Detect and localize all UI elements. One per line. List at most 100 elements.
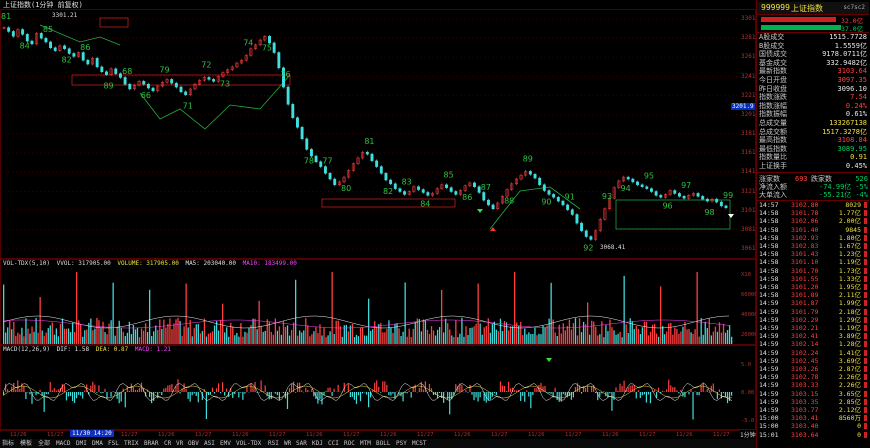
indicator-tab[interactable]: MACD xyxy=(56,439,70,448)
indicator-tab[interactable]: MTM xyxy=(360,439,371,448)
tick-time: 14:58 xyxy=(759,225,779,234)
macd-chart[interactable] xyxy=(0,354,740,430)
tick-price: 3101.78 xyxy=(791,209,819,218)
volume-bar xyxy=(503,321,506,344)
volume-bar xyxy=(264,330,266,344)
macd-histogram-bar xyxy=(82,392,84,399)
wave-count-label: 83 xyxy=(402,177,412,186)
volume-bar xyxy=(580,332,583,344)
candle-body xyxy=(86,59,90,65)
volume-bar xyxy=(698,336,700,344)
volume-bar xyxy=(102,321,104,344)
indicator-tab[interactable]: EMV xyxy=(220,439,231,448)
volume-bar xyxy=(19,334,21,344)
tick-flag xyxy=(864,341,867,348)
volume-bar xyxy=(609,319,611,344)
macd-histogram-bar xyxy=(390,392,392,396)
volume-bar xyxy=(716,331,719,344)
tick-row: 14:58 3102.06 2.00亿 xyxy=(759,217,867,225)
indicator-tab[interactable]: ASI xyxy=(204,439,215,448)
indicator-tab[interactable]: KDJ xyxy=(312,439,323,448)
candle-body xyxy=(11,31,15,37)
volume-bar xyxy=(619,331,621,344)
indicator-tab[interactable]: VOL-TDX xyxy=(236,439,261,448)
volume-bar xyxy=(288,335,291,344)
macd-histogram-bar xyxy=(587,385,589,392)
volume-bar xyxy=(720,332,723,344)
breadth-row: 涨家数 693 跌家数 526 xyxy=(759,175,868,183)
indicator-tab[interactable]: CCI xyxy=(328,439,339,448)
volume-bar xyxy=(473,326,475,344)
volume-bar xyxy=(317,333,319,344)
candle-body xyxy=(393,183,397,189)
candle-body xyxy=(21,29,25,35)
indicator-tab[interactable]: RSI xyxy=(268,439,279,448)
tick-list[interactable]: 14:57 3102.80 8029 14:58 3101.78 1.77亿 14:58 31… xyxy=(757,201,869,447)
indicator-tab[interactable]: BOLL xyxy=(376,439,390,448)
indicator-tab[interactable]: 模板 xyxy=(20,439,32,448)
macd-histogram-bar xyxy=(102,392,104,394)
macd-histogram-bar xyxy=(246,386,248,392)
indicator-tab[interactable]: MCST xyxy=(412,439,426,448)
indicator-tab[interactable]: ROC xyxy=(344,439,355,448)
macd-histogram-bar xyxy=(25,392,27,400)
tick-volume: 2.26亿 xyxy=(838,381,861,390)
indicator-tab[interactable]: FSL xyxy=(108,439,119,448)
period-label[interactable]: 1分钟 xyxy=(740,430,756,439)
indicator-tab[interactable]: BRAR xyxy=(144,439,158,448)
stat-value: 7.54 xyxy=(850,93,867,102)
price-axis-tick: 3101 xyxy=(741,206,756,214)
stat-row: 国债成交 9178.0711亿 xyxy=(759,50,867,58)
indicator-tab[interactable]: 指标 xyxy=(2,439,14,448)
macd-histogram-bar xyxy=(179,392,181,394)
volume-bar xyxy=(9,320,11,344)
tick-volume: 1.99亿 xyxy=(838,299,861,308)
stat-row: 指数涨跌 7.54 xyxy=(759,93,867,101)
volume-value: VOLUME: 317905.00 xyxy=(117,260,179,267)
indicator-tab[interactable]: TRIX xyxy=(124,439,138,448)
volume-bar xyxy=(388,320,390,344)
indicator-tab[interactable]: SAR xyxy=(296,439,307,448)
volume-bar xyxy=(627,333,629,344)
indicator-tab[interactable]: DMA xyxy=(92,439,103,448)
volume-chart[interactable] xyxy=(0,268,740,344)
indicator-tab[interactable]: PSY xyxy=(396,439,407,448)
indicator-tab[interactable]: OBV xyxy=(188,439,199,448)
macd-histogram-bar xyxy=(382,381,384,392)
tick-time: 14:58 xyxy=(759,274,779,283)
tick-price: 3102.21 xyxy=(791,324,819,332)
volume-bar xyxy=(522,335,524,344)
candle-body xyxy=(365,151,369,155)
macd-indicator-name: MACD(12,26,9) xyxy=(3,346,50,353)
macd-histogram-bar xyxy=(100,392,102,394)
volume-bar xyxy=(728,325,731,344)
indicator-tab[interactable]: VR xyxy=(176,439,183,448)
volume-bar xyxy=(536,335,538,344)
volume-bar xyxy=(394,323,396,344)
macd-histogram-bar xyxy=(69,392,72,397)
macd-histogram-bar xyxy=(327,387,329,392)
volume-bar xyxy=(116,326,118,344)
volume-bar xyxy=(195,324,197,344)
wave-count-label: 94 xyxy=(621,184,631,193)
tick-time: 14:58 xyxy=(759,258,779,267)
price-axis-tick: 3301 xyxy=(741,15,756,22)
indicator-tab[interactable]: WR xyxy=(284,439,291,448)
volume-bar xyxy=(617,333,619,344)
volume-bar xyxy=(645,321,648,344)
volume-bar xyxy=(286,325,289,344)
stat-value: 3097.35 xyxy=(837,76,867,84)
stat-value: 1517.3278亿 xyxy=(822,127,867,136)
stat-label: 指数涨幅 xyxy=(759,101,787,110)
indicator-tab[interactable]: 全部 xyxy=(38,439,50,448)
candle-body xyxy=(575,214,579,224)
price-chart[interactable]: 81 84 85 82 86 89 68 66 79 71 72 73 74 75 76 78 77 80 81 82… xyxy=(0,9,740,259)
indicator-tab[interactable]: CR xyxy=(164,439,171,448)
macd-histogram-bar xyxy=(76,392,78,399)
tick-row: 14:59 3103.77 2.12亿 xyxy=(759,406,867,414)
stat-value: 9178.0711亿 xyxy=(822,50,867,59)
tick-price: 3103.40 xyxy=(791,422,819,431)
macd-histogram-bar xyxy=(71,392,74,402)
side-badge[interactable]: sc7sc2 xyxy=(843,4,865,11)
indicator-tab[interactable]: DMI xyxy=(76,439,87,448)
